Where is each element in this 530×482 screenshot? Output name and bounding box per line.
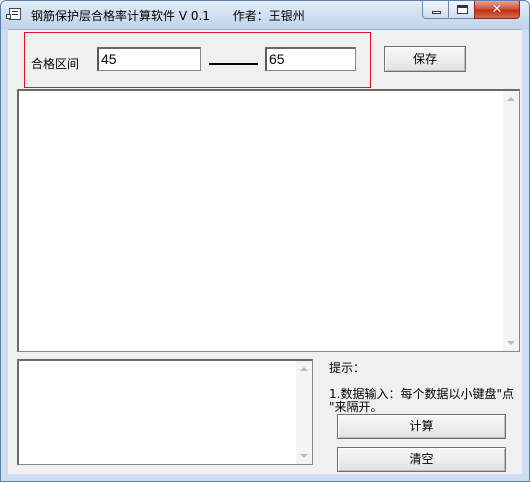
app-icon[interactable] <box>6 8 21 20</box>
range-label: 合格区间 <box>31 57 80 71</box>
clear-button[interactable]: 清空 <box>337 447 506 472</box>
scroll-down-arrow-icon[interactable] <box>300 454 308 458</box>
scroll-up-arrow-icon[interactable] <box>507 97 515 101</box>
scroll-down-arrow-icon[interactable] <box>507 341 515 345</box>
range-max-input[interactable]: 65 <box>265 47 356 71</box>
calculate-button[interactable]: 计算 <box>337 414 506 439</box>
close-icon: ✕ <box>491 2 503 17</box>
tips-heading: 提示： <box>329 361 366 375</box>
data-input-scrollbar[interactable] <box>503 91 519 351</box>
minimize-icon <box>432 11 441 14</box>
window-title: 钢筋保护层合格率计算软件 V 0.1 作者：王银州 <box>31 9 305 23</box>
range-separator <box>209 63 258 65</box>
maximize-icon <box>457 5 468 14</box>
result-output-area[interactable] <box>17 359 313 465</box>
maximize-button[interactable] <box>448 1 475 19</box>
close-button[interactable]: ✕ <box>474 1 520 19</box>
result-output-scrollbar[interactable] <box>296 361 312 464</box>
client-area: 合格区间 45 65 保存 提示： 1.数据输入：每个数据以小键盘"点 "来隔开… <box>8 29 522 474</box>
scroll-up-arrow-icon[interactable] <box>300 367 308 371</box>
data-input-area[interactable] <box>17 89 520 352</box>
minimize-button[interactable] <box>422 1 449 19</box>
app-window: 钢筋保护层合格率计算软件 V 0.1 作者：王银州 ✕ 合格区间 45 65 保… <box>0 0 530 482</box>
save-button[interactable]: 保存 <box>384 46 466 72</box>
tips-line-2: "来隔开。 <box>329 400 383 414</box>
title-bar[interactable]: 钢筋保护层合格率计算软件 V 0.1 作者：王银州 ✕ <box>1 1 529 29</box>
range-min-input[interactable]: 45 <box>97 47 201 71</box>
